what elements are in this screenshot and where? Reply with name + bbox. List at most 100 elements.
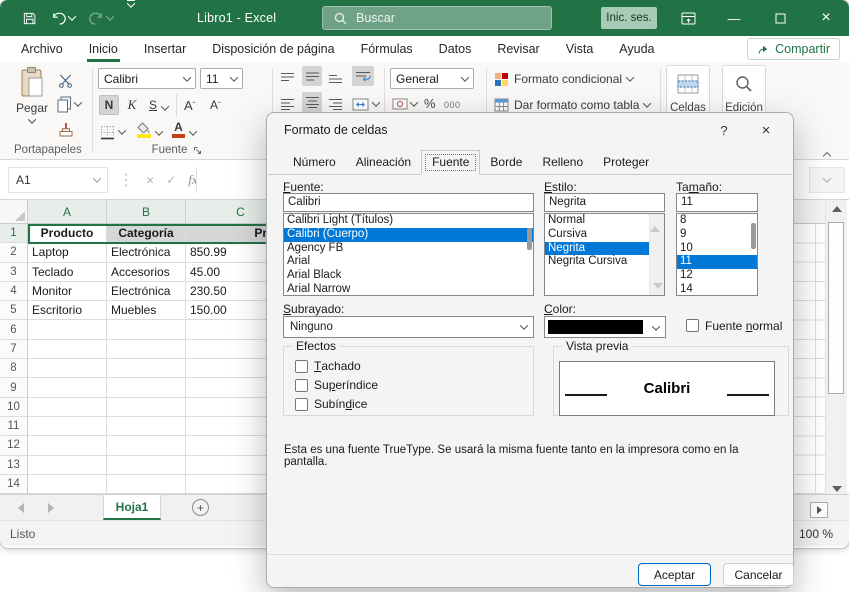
- cell[interactable]: [28, 398, 107, 417]
- row-header[interactable]: 5: [0, 301, 28, 320]
- cell-b3[interactable]: Accesorios: [107, 263, 186, 282]
- row-header[interactable]: 11: [0, 417, 28, 436]
- style-list[interactable]: Normal Cursiva Negrita Negrita Cursiva: [544, 213, 665, 296]
- superscript-checkbox[interactable]: Superíndice: [295, 378, 378, 392]
- zoom-level[interactable]: 100 %: [799, 527, 833, 541]
- cell[interactable]: [107, 340, 186, 359]
- help-icon[interactable]: ?: [714, 123, 734, 138]
- cell[interactable]: [107, 378, 186, 397]
- italic-button[interactable]: K: [124, 95, 140, 115]
- style-list-item[interactable]: Negrita Cursiva: [545, 255, 649, 269]
- hscroll-right-icon[interactable]: [810, 502, 828, 518]
- row-header[interactable]: 6: [0, 320, 28, 339]
- accept-button[interactable]: Aceptar: [638, 563, 711, 586]
- cell[interactable]: [28, 436, 107, 455]
- font-list-item[interactable]: Arial Black: [284, 269, 533, 283]
- cell-b1[interactable]: Categoría: [107, 224, 186, 243]
- row-header[interactable]: 10: [0, 398, 28, 417]
- color-dropdown-icon[interactable]: [652, 322, 660, 330]
- strikethrough-checkbox[interactable]: Tachado: [295, 359, 361, 373]
- font-name-input[interactable]: Calibri: [283, 193, 534, 212]
- tab-ayuda[interactable]: Ayuda: [606, 36, 667, 62]
- undo-dropdown-icon[interactable]: [68, 12, 76, 20]
- select-all-corner[interactable]: [0, 200, 28, 224]
- style-list-item[interactable]: Normal: [545, 214, 649, 228]
- accounting-format-icon[interactable]: [392, 94, 417, 114]
- prev-sheet-icon[interactable]: [18, 495, 24, 521]
- row-header[interactable]: 8: [0, 359, 28, 378]
- cell-a4[interactable]: Monitor: [28, 282, 107, 301]
- size-list-item[interactable]: 10: [677, 242, 757, 256]
- size-list-scrollbar[interactable]: [751, 223, 756, 249]
- search-box[interactable]: Buscar: [322, 6, 552, 30]
- merge-center-icon[interactable]: [352, 94, 379, 114]
- checkbox-icon[interactable]: [295, 360, 308, 373]
- name-box[interactable]: A1: [8, 167, 108, 193]
- font-list-item[interactable]: Arial: [284, 255, 533, 269]
- share-button[interactable]: Compartir: [747, 38, 840, 60]
- font-name-combo[interactable]: Calibri: [98, 68, 196, 89]
- row-header[interactable]: 13: [0, 456, 28, 475]
- ribbon-display-options-icon[interactable]: [665, 0, 711, 36]
- increase-font-button[interactable]: Aˆ: [184, 95, 195, 115]
- sign-in-button[interactable]: Inic. ses.: [601, 7, 657, 29]
- align-right-icon[interactable]: [328, 94, 343, 114]
- cell[interactable]: [107, 398, 186, 417]
- dialog-close-icon[interactable]: ×: [756, 122, 776, 139]
- cell-b5[interactable]: Muebles: [107, 301, 186, 320]
- font-list-item[interactable]: Calibri Light (Títulos): [284, 214, 533, 228]
- tab-inicio[interactable]: Inicio: [76, 36, 131, 62]
- font-color-dropdown-icon[interactable]: [190, 123, 196, 143]
- underline-combo[interactable]: Ninguno: [283, 316, 534, 338]
- sheet-tab-hoja1[interactable]: Hoja1: [103, 495, 161, 520]
- dialog-launcher-icon[interactable]: [193, 146, 202, 155]
- row-header[interactable]: 4: [0, 282, 28, 301]
- decrease-font-button[interactable]: Aˇ: [210, 95, 221, 115]
- cell[interactable]: [28, 456, 107, 475]
- align-bottom-icon[interactable]: [328, 68, 343, 88]
- borders-icon[interactable]: [100, 122, 125, 142]
- scroll-up-icon[interactable]: [826, 200, 847, 217]
- style-list-scrollbar[interactable]: [649, 214, 664, 295]
- cell-a1[interactable]: Producto: [28, 224, 107, 243]
- cell[interactable]: [107, 475, 186, 494]
- font-list[interactable]: Calibri Light (Títulos) Calibri (Cuerpo)…: [283, 213, 534, 296]
- cell[interactable]: [107, 456, 186, 475]
- align-top-icon[interactable]: [280, 68, 295, 88]
- checkbox-icon[interactable]: [686, 319, 699, 332]
- style-list-item[interactable]: Cursiva: [545, 228, 649, 242]
- cell[interactable]: [28, 320, 107, 339]
- checkbox-icon[interactable]: [295, 379, 308, 392]
- font-list-scrollbar[interactable]: [527, 228, 532, 250]
- row-header[interactable]: 1: [0, 224, 28, 243]
- tab-disposicion[interactable]: Disposición de página: [199, 36, 347, 62]
- vertical-scrollbar[interactable]: [825, 200, 847, 497]
- size-list-item[interactable]: 9: [677, 228, 757, 242]
- cell[interactable]: [28, 340, 107, 359]
- underline-dropdown-icon[interactable]: [162, 98, 168, 118]
- size-list[interactable]: 8 9 10 11 12 14: [676, 213, 758, 296]
- bold-button[interactable]: N: [99, 95, 119, 115]
- vertical-scroll-thumb[interactable]: [828, 222, 844, 394]
- dialog-tab-numero[interactable]: Número: [283, 151, 346, 174]
- row-header[interactable]: 3: [0, 263, 28, 282]
- cell-a5[interactable]: Escritorio: [28, 301, 107, 320]
- dialog-tab-alineacion[interactable]: Alineación: [346, 151, 421, 174]
- font-list-item[interactable]: Agency FB: [284, 242, 533, 256]
- cancel-button[interactable]: Cancelar: [723, 563, 794, 586]
- cell[interactable]: [28, 417, 107, 436]
- fill-color-icon[interactable]: [136, 120, 151, 140]
- fill-color-dropdown-icon[interactable]: [156, 123, 162, 143]
- number-format-combo[interactable]: General: [390, 68, 474, 89]
- font-list-item[interactable]: Arial Narrow: [284, 283, 533, 296]
- font-color-icon[interactable]: A: [172, 119, 185, 139]
- size-list-item[interactable]: 12: [677, 269, 757, 283]
- subscript-checkbox[interactable]: Subíndice: [295, 397, 367, 411]
- tab-revisar[interactable]: Revisar: [484, 36, 552, 62]
- dialog-tab-fuente[interactable]: Fuente: [421, 150, 480, 175]
- font-style-input[interactable]: Negrita: [544, 193, 665, 212]
- row-header[interactable]: 14: [0, 475, 28, 494]
- row-header[interactable]: 7: [0, 340, 28, 359]
- normal-font-checkbox[interactable]: Fuente normal: [686, 319, 782, 333]
- size-list-item[interactable]: 14: [677, 283, 757, 296]
